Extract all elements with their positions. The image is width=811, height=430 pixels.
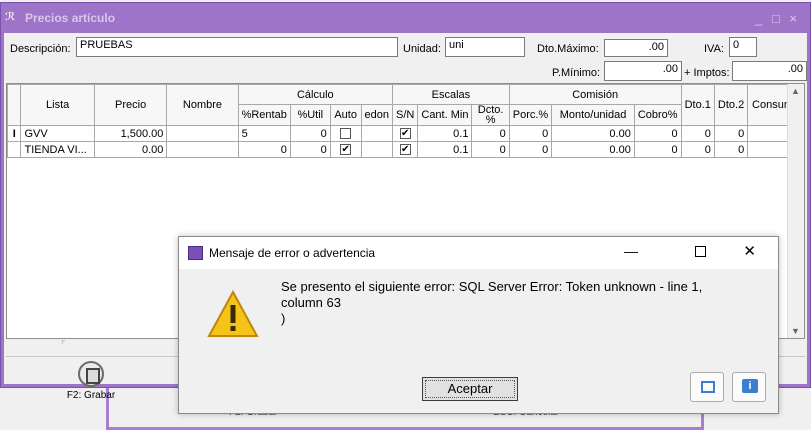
- auto-checkbox[interactable]: ✔: [340, 144, 352, 156]
- auto-checkbox[interactable]: [340, 128, 352, 140]
- iva-field[interactable]: 0: [729, 37, 757, 57]
- col-dto2[interactable]: Dto.2: [713, 84, 749, 126]
- grabar-label: F2: Grabar: [66, 390, 116, 401]
- cell-porc[interactable]: 0: [508, 141, 553, 158]
- cell-nombre[interactable]: [166, 141, 239, 158]
- col-cobro[interactable]: Cobro%: [633, 104, 682, 126]
- imptos-label: + Imptos:: [684, 67, 730, 79]
- cell-dcto[interactable]: 0: [471, 125, 510, 142]
- cell-cant-min[interactable]: 0.1: [417, 125, 473, 142]
- cell-auto[interactable]: ✔: [329, 141, 362, 158]
- dto-maximo-field[interactable]: .00: [604, 39, 668, 57]
- cell-dcto[interactable]: 0: [471, 141, 510, 158]
- cell-util[interactable]: 0: [289, 125, 331, 142]
- cell-redondeo[interactable]: [360, 141, 394, 158]
- cell-redondeo[interactable]: [360, 125, 394, 142]
- error-message: Se presento el siguiente error: SQL Serv…: [281, 279, 703, 326]
- col-nombre[interactable]: Nombre: [166, 84, 239, 126]
- descripcion-label: Descripción:: [10, 43, 71, 55]
- dto-maximo-label: Dto.Máximo:: [537, 43, 599, 55]
- copy-icon: [701, 381, 715, 393]
- cell-dto2[interactable]: 0: [713, 125, 749, 142]
- row-indicator-empty: [7, 141, 22, 158]
- scroll-down-icon[interactable]: ▼: [791, 326, 800, 336]
- col-group-calculo: Cálculo: [237, 84, 394, 105]
- col-lista[interactable]: Lista: [20, 84, 95, 126]
- p-minimo-field[interactable]: .00: [604, 61, 682, 81]
- app-icon: ℛ: [5, 11, 16, 23]
- cell-precio[interactable]: 1,500.00: [93, 125, 168, 142]
- cell-sn[interactable]: ✔: [392, 125, 419, 142]
- info-icon: i: [742, 379, 758, 393]
- col-porc[interactable]: Porc.%: [508, 104, 553, 126]
- cell-precio[interactable]: 0.00: [93, 141, 168, 158]
- cell-rentab[interactable]: 0: [237, 141, 291, 158]
- grid-vertical-scrollbar[interactable]: ▲ ▼: [787, 84, 804, 338]
- imptos-field[interactable]: .00: [732, 61, 807, 81]
- precios-table: Lista Precio Nombre Cálculo Escalas Comi…: [7, 84, 804, 158]
- cell-monto[interactable]: 0.00: [551, 125, 635, 142]
- aceptar-button[interactable]: Aceptar: [422, 377, 518, 401]
- col-cant-min[interactable]: Cant. Min: [417, 104, 473, 126]
- dialog-title: Mensaje de error o advertencia: [209, 246, 376, 260]
- row-indicator: I: [7, 125, 22, 142]
- sn-checkbox[interactable]: ✔: [399, 144, 411, 156]
- col-group-comision: Comisión: [508, 84, 682, 105]
- col-group-escalas: Escalas: [392, 84, 510, 105]
- cell-porc[interactable]: 0: [508, 125, 553, 142]
- resize-grip-icon: ⌜: [61, 340, 66, 351]
- cell-monto[interactable]: 0.00: [551, 141, 635, 158]
- cell-dto1[interactable]: 0: [680, 125, 715, 142]
- table-row[interactable]: I GVV 1,500.00 5 0 ✔ 0.1 0 0 0.00 0 0 0: [7, 125, 804, 142]
- cell-util[interactable]: 0: [289, 141, 331, 158]
- col-monto[interactable]: Monto/unidad: [551, 104, 635, 126]
- window-title: Precios artículo: [25, 11, 116, 25]
- row-selector-header: [7, 84, 22, 126]
- col-util[interactable]: %Util: [289, 104, 331, 126]
- copy-button[interactable]: [690, 372, 724, 402]
- col-redondeo[interactable]: edon: [360, 104, 394, 126]
- cell-cobro[interactable]: 0: [633, 125, 682, 142]
- title-bar[interactable]: ℛ Precios artículo _ □ ×: [1, 3, 810, 33]
- table-row[interactable]: TIENDA VI... 0.00 0 0 ✔ ✔ 0.1 0 0 0.00 0…: [7, 141, 804, 158]
- window-controls[interactable]: _ □ ×: [755, 11, 800, 26]
- save-icon: [78, 361, 104, 387]
- cell-dto1[interactable]: 0: [680, 141, 715, 158]
- col-auto[interactable]: Auto: [329, 104, 362, 126]
- cell-nombre[interactable]: [166, 125, 239, 142]
- unidad-field[interactable]: uni: [445, 37, 525, 57]
- cell-dto2[interactable]: 0: [713, 141, 749, 158]
- grabar-button[interactable]: F2: Grabar: [56, 359, 126, 409]
- col-precio[interactable]: Precio: [93, 84, 168, 126]
- info-button[interactable]: i: [732, 372, 766, 402]
- col-dcto[interactable]: Dcto. %: [471, 104, 510, 126]
- app-icon: [188, 246, 203, 260]
- dialog-title-bar[interactable]: Mensaje de error o advertencia — ✕: [179, 237, 778, 269]
- col-sn[interactable]: S/N: [392, 104, 419, 126]
- header-row-top: Lista Precio Nombre Cálculo Escalas Comi…: [7, 84, 804, 126]
- descripcion-field[interactable]: PRUEBAS: [76, 37, 398, 57]
- sn-checkbox[interactable]: ✔: [399, 128, 411, 140]
- cell-sn[interactable]: ✔: [392, 141, 419, 158]
- col-rentab[interactable]: %Rentab: [237, 104, 291, 126]
- cell-lista[interactable]: TIENDA VI...: [20, 141, 95, 158]
- iva-label: IVA:: [704, 43, 724, 55]
- minimize-button[interactable]: —: [624, 243, 638, 259]
- cell-cobro[interactable]: 0: [633, 141, 682, 158]
- warning-icon: [207, 289, 259, 337]
- close-button[interactable]: ✕: [743, 242, 756, 260]
- error-dialog: Mensaje de error o advertencia — ✕ Se pr…: [178, 236, 779, 414]
- cell-rentab[interactable]: 5: [237, 125, 291, 142]
- cell-cant-min[interactable]: 0.1: [417, 141, 473, 158]
- unidad-label: Unidad:: [403, 43, 441, 55]
- cell-lista[interactable]: GVV: [20, 125, 95, 142]
- scroll-up-icon[interactable]: ▲: [791, 86, 800, 96]
- maximize-button[interactable]: [695, 246, 706, 257]
- col-dto1[interactable]: Dto.1: [680, 84, 715, 126]
- p-minimo-label: P.Mínimo:: [552, 67, 601, 79]
- cell-auto[interactable]: [329, 125, 362, 142]
